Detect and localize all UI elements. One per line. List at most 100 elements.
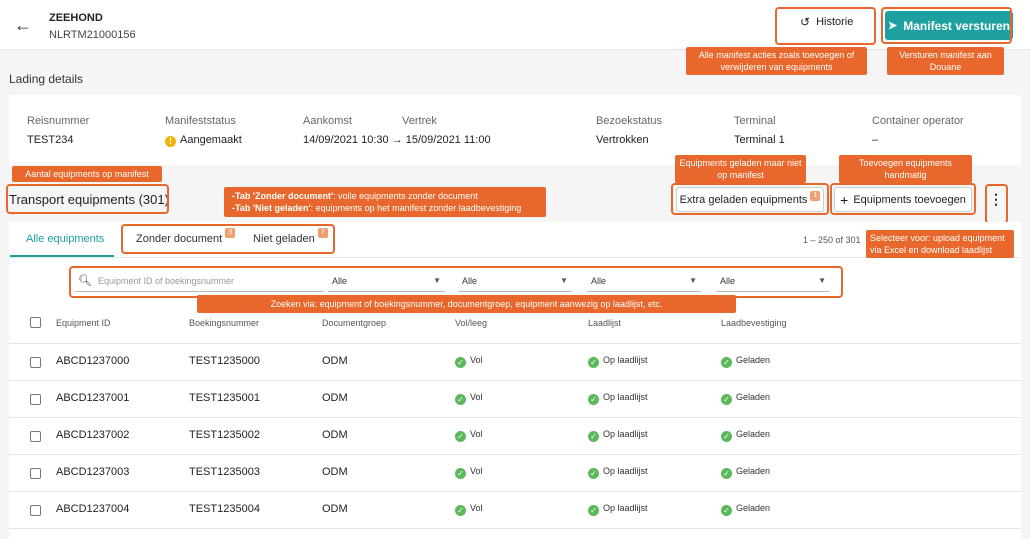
- tabs-explain-1: : volle equipments zonder document: [333, 191, 478, 201]
- check-circle-icon: ✓: [588, 357, 599, 368]
- check-circle-icon: ✓: [455, 468, 466, 479]
- detail-value-container-operator: –: [872, 134, 879, 146]
- filters-highlight: [69, 266, 843, 298]
- cell-booking-number: TEST1235000: [189, 355, 260, 367]
- manifest-status-text: Aangemaakt: [180, 134, 242, 146]
- cell-load-confirmation: ✓ Geladen: [721, 392, 770, 405]
- cell-load-confirmation: ✓ Geladen: [721, 503, 770, 516]
- vessel-name: ZEEHOND: [49, 12, 103, 24]
- callout-add-manually: Toevoegen equipments handmatig: [839, 155, 972, 183]
- detail-value-voyage: TEST234: [27, 134, 74, 146]
- row-checkbox[interactable]: [30, 505, 41, 516]
- status-text: Vol: [470, 503, 483, 513]
- th-document-group[interactable]: Documentgroep: [322, 318, 386, 328]
- equipments-title-highlight: [6, 184, 169, 214]
- status-text: Geladen: [736, 429, 771, 439]
- detail-value-terminal: Terminal 1: [734, 134, 785, 146]
- detail-label-terminal: Terminal: [734, 115, 776, 127]
- detail-value-manifest-status: ! Aangemaakt: [165, 134, 242, 147]
- add-equipments-highlight: [830, 183, 976, 215]
- status-text: Vol: [470, 466, 483, 476]
- detail-value-arrival: 14/09/2021 10:30 → 15/09/2021 11:00: [303, 134, 491, 146]
- history-highlight: [775, 7, 876, 45]
- row-checkbox[interactable]: [30, 468, 41, 479]
- check-circle-icon: ✓: [455, 394, 466, 405]
- row-checkbox[interactable]: [30, 394, 41, 405]
- detail-label-container-operator: Container operator: [872, 115, 964, 127]
- th-load-confirmation[interactable]: Laadbevestiging: [721, 318, 787, 328]
- check-circle-icon: ✓: [588, 394, 599, 405]
- send-manifest-highlight: [881, 7, 1012, 44]
- row-divider: [9, 454, 1021, 455]
- cell-load-confirmation: ✓ Geladen: [721, 355, 770, 368]
- status-text: Op laadlijst: [603, 392, 648, 402]
- status-text: Op laadlijst: [603, 466, 648, 476]
- cell-full-empty: ✓ Vol: [455, 392, 483, 405]
- status-text: Geladen: [736, 466, 771, 476]
- callout-search-explain: Zoeken via: equipment of boekingsnummer,…: [197, 295, 736, 313]
- cell-full-empty: ✓ Vol: [455, 466, 483, 479]
- row-checkbox[interactable]: [30, 431, 41, 442]
- cell-document-group: ODM: [322, 503, 348, 515]
- cell-equipment-id: ABCD1237004: [56, 503, 130, 515]
- section-title: Lading details: [9, 72, 84, 86]
- cell-full-empty: ✓ Vol: [455, 503, 483, 516]
- cell-loadlist: ✓ Op laadlijst: [588, 392, 648, 405]
- tabs-explain-2: : equipments op het manifest zonder laad…: [310, 203, 522, 213]
- cell-booking-number: TEST1235003: [189, 466, 260, 478]
- cell-loadlist: ✓ Op laadlijst: [588, 466, 648, 479]
- cell-equipment-id: ABCD1237000: [56, 355, 130, 367]
- cell-booking-number: TEST1235001: [189, 392, 260, 404]
- more-options-highlight: [985, 184, 1008, 224]
- tabs-explain-2-bold: -Tab 'Niet geladen': [232, 203, 311, 213]
- check-circle-icon: ✓: [588, 505, 599, 516]
- check-circle-icon: ✓: [455, 505, 466, 516]
- row-divider: [9, 380, 1021, 381]
- callout-manifest-actions: Alle manifest acties zoals toevoegen of …: [686, 47, 867, 75]
- cell-equipment-id: ABCD1237001: [56, 392, 130, 404]
- back-arrow-icon[interactable]: ←: [14, 16, 32, 34]
- callout-select-explain: Selecteer voor: upload equipment via Exc…: [866, 230, 1014, 258]
- callout-send-manifest: Versturen manifest aan Douane: [887, 47, 1004, 75]
- detail-value-visit-status: Vertrokken: [596, 134, 649, 146]
- th-equipment-id[interactable]: Equipment ID: [56, 318, 111, 328]
- vessel-id: NLRTM21000156: [49, 29, 136, 41]
- check-circle-icon: ✓: [721, 431, 732, 442]
- detail-label-departure: Vertrek: [402, 115, 437, 127]
- cell-document-group: ODM: [322, 355, 348, 367]
- callout-tabs-explain: -Tab 'Zonder document': volle equipments…: [224, 187, 546, 217]
- th-booking-number[interactable]: Boekingsnummer: [189, 318, 259, 328]
- row-divider: [9, 417, 1021, 418]
- check-circle-icon: ✓: [721, 394, 732, 405]
- detail-label-voyage: Reisnummer: [27, 115, 90, 127]
- th-loadlist[interactable]: Laadlijst: [588, 318, 621, 328]
- status-text: Op laadlijst: [603, 355, 648, 365]
- cell-load-confirmation: ✓ Geladen: [721, 466, 770, 479]
- select-all-checkbox[interactable]: [30, 317, 41, 328]
- tabs-highlight: [121, 224, 335, 254]
- status-text: Geladen: [736, 392, 771, 402]
- tab-all-equipments[interactable]: Alle equipments: [26, 233, 104, 245]
- detail-label-arrival: Aankomst: [303, 115, 352, 127]
- extra-loaded-highlight: [671, 183, 829, 215]
- cell-loadlist: ✓ Op laadlijst: [588, 355, 648, 368]
- cell-loadlist: ✓ Op laadlijst: [588, 429, 648, 442]
- status-text: Vol: [470, 392, 483, 402]
- cell-document-group: ODM: [322, 466, 348, 478]
- check-circle-icon: ✓: [455, 431, 466, 442]
- pagination-info: 1 – 250 of 301: [803, 235, 861, 245]
- header-divider: [9, 343, 1021, 344]
- detail-label-visit-status: Bezoekstatus: [596, 115, 663, 127]
- cell-equipment-id: ABCD1237003: [56, 466, 130, 478]
- row-checkbox[interactable]: [30, 357, 41, 368]
- status-text: Geladen: [736, 503, 771, 513]
- row-divider: [9, 491, 1021, 492]
- tabs-explain-1-bold: -Tab 'Zonder document': [232, 191, 334, 201]
- th-full-empty[interactable]: Vol/leeg: [455, 318, 487, 328]
- callout-count-equipments: Aantal equipments op manifest: [12, 166, 162, 182]
- status-text: Op laadlijst: [603, 429, 648, 439]
- cell-loadlist: ✓ Op laadlijst: [588, 503, 648, 516]
- row-divider: [9, 528, 1021, 529]
- cell-booking-number: TEST1235002: [189, 429, 260, 441]
- cell-load-confirmation: ✓ Geladen: [721, 429, 770, 442]
